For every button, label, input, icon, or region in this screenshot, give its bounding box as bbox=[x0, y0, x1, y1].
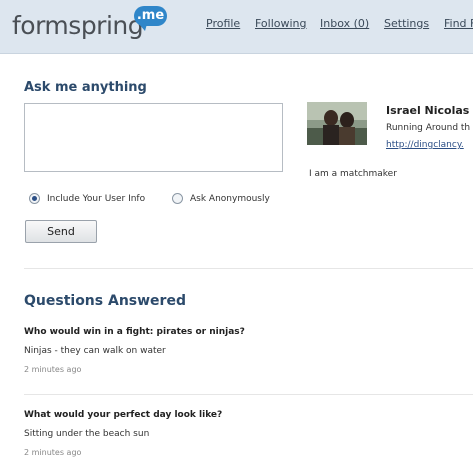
questions-answered-heading: Questions Answered bbox=[24, 293, 186, 309]
answer-text: Ninjas - they can walk on water bbox=[24, 346, 166, 356]
nav-inbox[interactable]: Inbox (0) bbox=[320, 17, 369, 31]
nav-settings[interactable]: Settings bbox=[384, 17, 429, 31]
question-divider bbox=[24, 394, 473, 395]
ask-heading: Ask me anything bbox=[24, 80, 147, 95]
nav-following[interactable]: Following bbox=[255, 17, 307, 31]
profile-name: Israel Nicolas bbox=[386, 104, 470, 117]
profile-bio: I am a matchmaker bbox=[309, 169, 397, 179]
include-user-info-radio[interactable] bbox=[29, 193, 40, 204]
avatar-photo bbox=[307, 102, 367, 145]
top-header: formspring .me Profile Following Inbox (… bbox=[0, 0, 473, 54]
include-user-info-label[interactable]: Include Your User Info bbox=[47, 193, 145, 205]
profile-website-link[interactable]: http://dingclancy. bbox=[386, 140, 464, 150]
profile-location: Running Around th bbox=[386, 123, 471, 133]
top-navigation: Profile Following Inbox (0) Settings Fin… bbox=[0, 17, 473, 33]
question-text[interactable]: Who would win in a fight: pirates or nin… bbox=[24, 327, 245, 337]
identity-options: Include Your User Info Ask Anonymously bbox=[0, 193, 300, 205]
send-button[interactable]: Send bbox=[25, 220, 97, 243]
section-divider bbox=[24, 268, 473, 269]
ask-anonymously-radio[interactable] bbox=[172, 193, 183, 204]
answer-timestamp[interactable]: 2 minutes ago bbox=[24, 365, 81, 374]
avatar[interactable] bbox=[307, 102, 367, 145]
question-input[interactable] bbox=[24, 103, 283, 172]
answer-text: Sitting under the beach sun bbox=[24, 429, 150, 439]
question-text[interactable]: What would your perfect day look like? bbox=[24, 410, 222, 420]
nav-find-friends[interactable]: Find F bbox=[444, 17, 473, 31]
answer-timestamp[interactable]: 2 minutes ago bbox=[24, 448, 81, 457]
nav-profile[interactable]: Profile bbox=[206, 17, 240, 31]
ask-anonymously-label[interactable]: Ask Anonymously bbox=[190, 193, 270, 205]
